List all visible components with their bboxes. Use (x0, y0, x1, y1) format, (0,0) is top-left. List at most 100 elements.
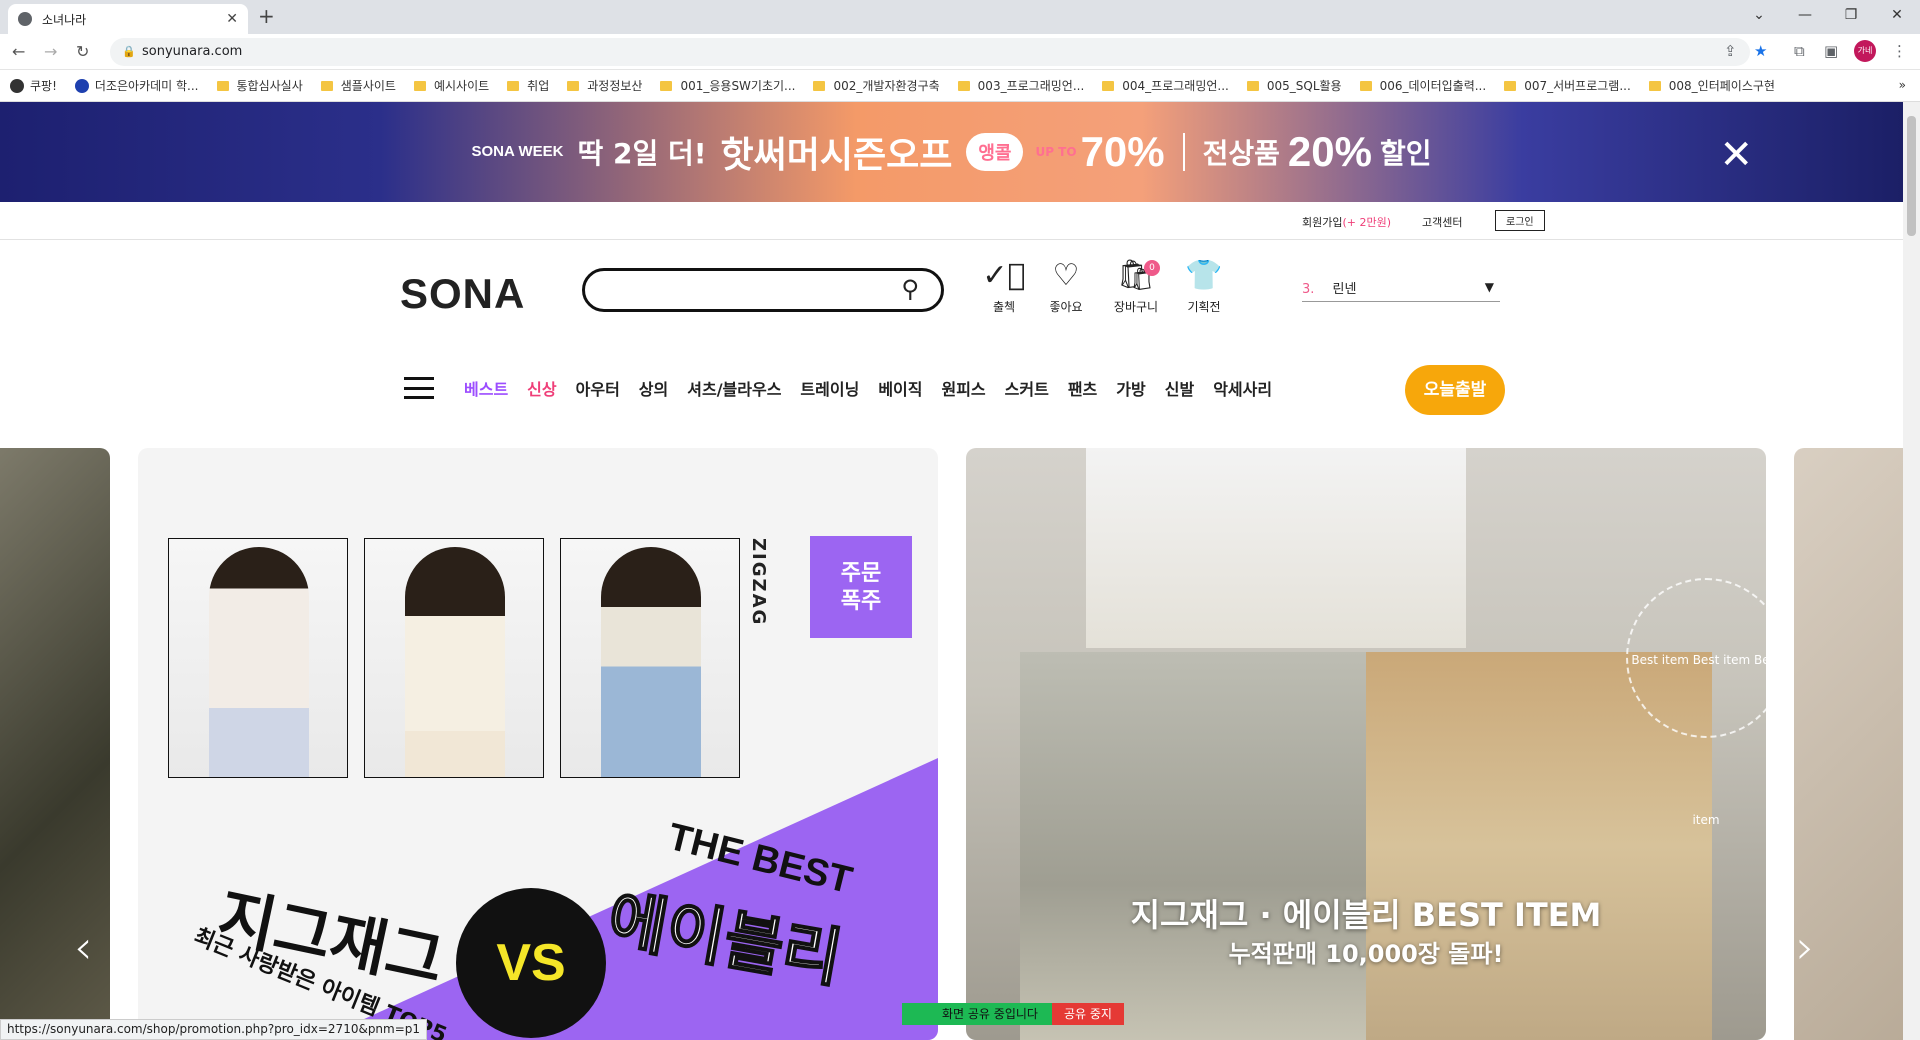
like-button[interactable]: ♡ 좋아요 (1036, 258, 1096, 315)
status-url: https://sonyunara.com/shop/promotion.php… (0, 1019, 428, 1040)
cart-button[interactable]: 🛍 0 장바구니 (1106, 258, 1166, 315)
academy-icon (74, 78, 89, 93)
globe-icon (18, 12, 32, 26)
banner-close-icon[interactable]: ✕ (1719, 132, 1753, 178)
slide-card-zigzag-vs-ably[interactable]: ZIGZAG 주문 폭주 THE BEST 지그재그 VS 에이블리 최근 사랑… (138, 448, 938, 1040)
side-panel-icon[interactable]: ▣ (1824, 42, 1838, 60)
new-tab-button[interactable]: + (258, 4, 275, 28)
search-input[interactable]: ⚲ (582, 268, 944, 312)
bookmark-folder[interactable]: 예시사이트 (413, 77, 489, 94)
search-icon[interactable]: ⚲ (901, 275, 919, 303)
nav-onepiece[interactable]: 원피스 (941, 376, 985, 400)
nav-shoes[interactable]: 신발 (1165, 376, 1194, 400)
signup-link[interactable]: 회원가입(+ 2만원) (1302, 214, 1391, 230)
bookmark-folder[interactable]: 005_SQL활용 (1246, 77, 1342, 94)
model-photo-3 (560, 538, 740, 778)
nav-accessory[interactable]: 악세사리 (1213, 376, 1272, 400)
exhibition-button[interactable]: 👕 기획전 (1174, 258, 1234, 315)
browser-tab-strip: 소녀나라 ✕ + ⌄ — ❐ ✕ (0, 0, 1920, 34)
signup-bonus: (+ 2만원) (1342, 216, 1392, 229)
best-item-subtitle: 누적판매 10,000장 돌파! (1228, 940, 1504, 968)
close-tab-icon[interactable]: ✕ (226, 11, 238, 27)
cart-label: 장바구니 (1113, 300, 1159, 314)
stop-sharing-button[interactable]: 공유 중지 (1051, 1003, 1124, 1025)
more-bookmarks-icon[interactable]: » (1899, 78, 1906, 92)
check-circle-icon: ✓⃝ (982, 258, 1026, 293)
extensions-icon[interactable]: ⧉ (1794, 42, 1805, 60)
close-window-button[interactable]: ✕ (1874, 0, 1920, 30)
browser-tab[interactable]: 소녀나라 ✕ (8, 4, 248, 34)
bookmark-item[interactable]: 더조은아카데미 학... (74, 77, 199, 94)
bookmark-folder[interactable]: 003_프로그래밍언... (957, 77, 1084, 94)
back-icon[interactable]: ← (12, 42, 25, 61)
folder-icon (957, 80, 970, 91)
banner-text-2: 핫써머시즌오프 (720, 135, 953, 176)
scrollbar-thumb[interactable] (1907, 116, 1916, 236)
bookmark-folder[interactable]: 002_개발자환경구축 (813, 77, 940, 94)
nav-basic[interactable]: 베이직 (878, 376, 922, 400)
nav-outer[interactable]: 아우터 (576, 376, 620, 400)
window-controls: ⌄ — ❐ ✕ (1736, 0, 1920, 30)
bookmark-folder[interactable]: 취업 (507, 77, 549, 94)
bookmark-folder[interactable]: 006_데이터입출력... (1359, 77, 1486, 94)
forward-icon[interactable]: → (44, 42, 57, 61)
folder-icon (567, 80, 580, 91)
nav-pants[interactable]: 팬츠 (1068, 376, 1097, 400)
attendance-label: 출첵 (992, 300, 1016, 314)
bookmark-folder[interactable]: 과정정보산 (567, 77, 642, 94)
bookmark-folder[interactable]: 004_프로그래밍언... (1102, 77, 1229, 94)
folder-icon (1359, 80, 1372, 91)
folder-icon (660, 80, 673, 91)
rank-number: 3. (1302, 282, 1315, 297)
restore-button[interactable]: ❐ (1828, 0, 1874, 30)
nav-shirts[interactable]: 셔츠/블라우스 (687, 376, 781, 400)
url-field[interactable]: 🔒 sonyunara.com (110, 38, 1750, 66)
bookmark-folder[interactable]: 008_인터페이스구현 (1648, 77, 1775, 94)
nav-training[interactable]: 트레이닝 (800, 376, 859, 400)
nav-bag[interactable]: 가방 (1116, 376, 1145, 400)
nav-skirt[interactable]: 스커트 (1005, 376, 1049, 400)
bookmark-folder[interactable]: 통합심사실사 (216, 77, 303, 94)
bookmark-item[interactable]: 쿠팡! (10, 77, 57, 94)
bookmark-folder[interactable]: 007_서버프로그램... (1504, 77, 1631, 94)
bookmark-star-icon[interactable]: ★ (1754, 42, 1767, 60)
nav-top[interactable]: 상의 (639, 376, 668, 400)
profile-avatar[interactable]: 가네 (1854, 40, 1876, 62)
utility-bar: 회원가입(+ 2만원) 고객센터 로그인 (0, 202, 1903, 240)
slide-card-best-item[interactable]: Best item Best item Best item 지그재그 · 에이블… (966, 448, 1766, 1040)
slider-next-icon[interactable]: › (1796, 920, 1814, 974)
site-logo[interactable]: SONA (400, 270, 525, 318)
page-scrollbar[interactable] (1903, 102, 1920, 1040)
login-button[interactable]: 로그인 (1495, 210, 1545, 231)
rank-keyword: 린넨 (1332, 282, 1357, 297)
menu-icon[interactable]: ⋮ (1892, 42, 1907, 60)
banner-text-4: 할인 (1379, 137, 1432, 170)
slider-prev-icon[interactable]: ‹ (74, 920, 92, 974)
folder-icon (413, 80, 426, 91)
tab-search-icon[interactable]: ⌄ (1736, 0, 1782, 30)
customer-center-link[interactable]: 고객센터 (1422, 214, 1462, 230)
minimize-button[interactable]: — (1782, 0, 1828, 30)
promo-banner[interactable]: SONA WEEK 딱 2일 더! 핫써머시즌오프 앵콜 UP TO 70% 전… (0, 102, 1903, 202)
model-top-photo (1086, 448, 1466, 648)
nav-new[interactable]: 신상 (527, 376, 556, 400)
banner-percent: 70% (1080, 128, 1165, 175)
attendance-button[interactable]: ✓⃝ 출첵 (974, 258, 1034, 315)
bookmark-folder[interactable]: 샘플사이트 (320, 77, 396, 94)
banner-text-1: 딱 2일 더! (577, 137, 707, 170)
cart-count-badge: 0 (1144, 260, 1160, 276)
nav-best[interactable]: 베스트 (464, 376, 508, 400)
reload-icon[interactable]: ↻ (76, 42, 89, 61)
vs-badge: VS (456, 888, 606, 1038)
hamburger-menu-icon[interactable] (404, 377, 434, 399)
today-shipping-button[interactable]: 오늘출발 (1405, 365, 1505, 415)
trending-keyword-dropdown[interactable]: 3. 린넨 ▼ (1302, 278, 1500, 302)
bookmarks-bar: 쿠팡! 더조은아카데미 학... 통합심사실사 샘플사이트 예시사이트 취업 과… (0, 70, 1920, 102)
share-icon[interactable]: ⇪ (1724, 42, 1737, 60)
lock-icon: 🔒 (122, 45, 136, 58)
banner-week: SONA WEEK (471, 143, 564, 160)
heart-icon: ♡ (1052, 258, 1080, 293)
bookmark-folder[interactable]: 001_응용SW기초기... (660, 77, 795, 94)
chevron-down-icon: ▼ (1484, 280, 1494, 294)
prev-slide-peek[interactable] (0, 448, 110, 1040)
